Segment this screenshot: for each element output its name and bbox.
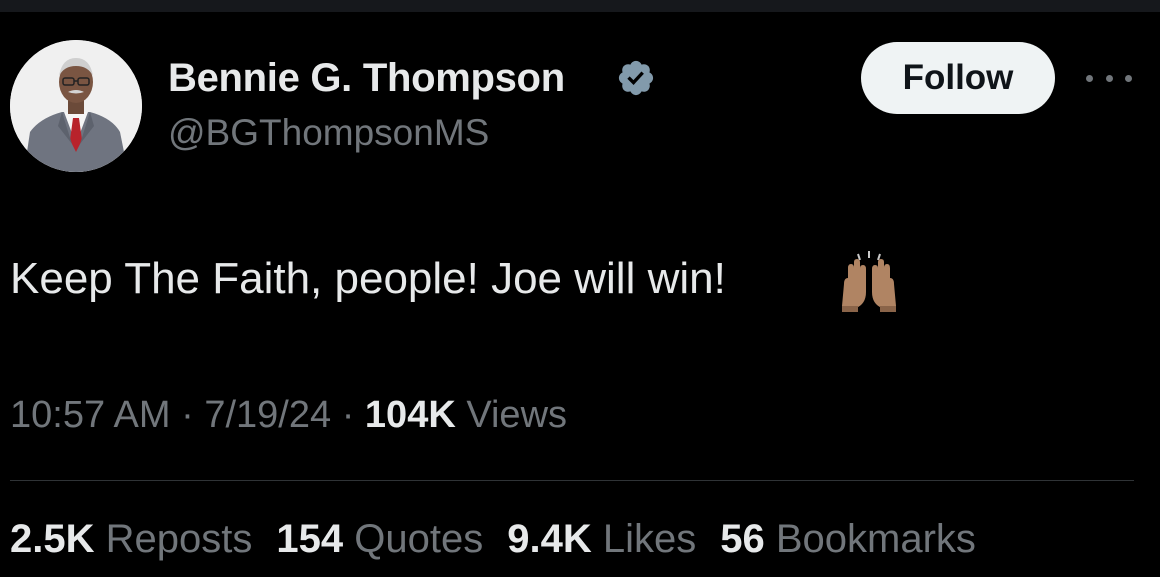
views-label: Views [466, 394, 568, 436]
avatar-portrait [10, 40, 142, 172]
tweet-meta: 10:57 AM · 7/19/24 · 104K Views [10, 394, 567, 437]
more-options-icon[interactable] [1086, 64, 1132, 92]
divider [10, 480, 1134, 481]
views-count: 104K [364, 394, 456, 436]
verified-badge-icon [618, 60, 654, 96]
likes-count: 9.4K [507, 517, 592, 561]
bookmarks-count: 56 [720, 517, 765, 561]
tweet-date[interactable]: 7/19/24 [204, 394, 331, 436]
reposts-count: 2.5K [10, 517, 95, 561]
reposts-label: Reposts [105, 517, 253, 561]
tweet-time[interactable]: 10:57 AM [10, 394, 171, 436]
follow-button[interactable]: Follow [861, 42, 1055, 114]
quotes-count: 154 [276, 517, 344, 561]
more-dot [1105, 74, 1113, 82]
raising-hands-emoji-icon [842, 251, 896, 312]
quotes-stat[interactable]: 154 Quotes [276, 517, 483, 562]
top-bar [0, 0, 1160, 12]
author-handle[interactable]: @BGThompsonMS [168, 112, 489, 154]
bookmarks-label: Bookmarks [775, 517, 976, 561]
bookmarks-stat[interactable]: 56 Bookmarks [720, 517, 976, 562]
quotes-label: Quotes [354, 517, 484, 561]
meta-separator: · [341, 394, 355, 436]
tweet-text: Keep The Faith, people! Joe will win! [10, 254, 726, 303]
likes-label: Likes [602, 517, 697, 561]
reposts-stat[interactable]: 2.5K Reposts [10, 517, 252, 562]
likes-stat[interactable]: 9.4K Likes [507, 517, 696, 562]
more-dot [1125, 74, 1132, 82]
meta-separator: · [181, 394, 194, 436]
engagement-stats: 2.5K Reposts 154 Quotes 9.4K Likes 56 Bo… [10, 517, 976, 562]
more-dot [1086, 74, 1093, 82]
avatar[interactable] [10, 40, 142, 172]
author-name[interactable]: Bennie G. Thompson [168, 56, 565, 101]
